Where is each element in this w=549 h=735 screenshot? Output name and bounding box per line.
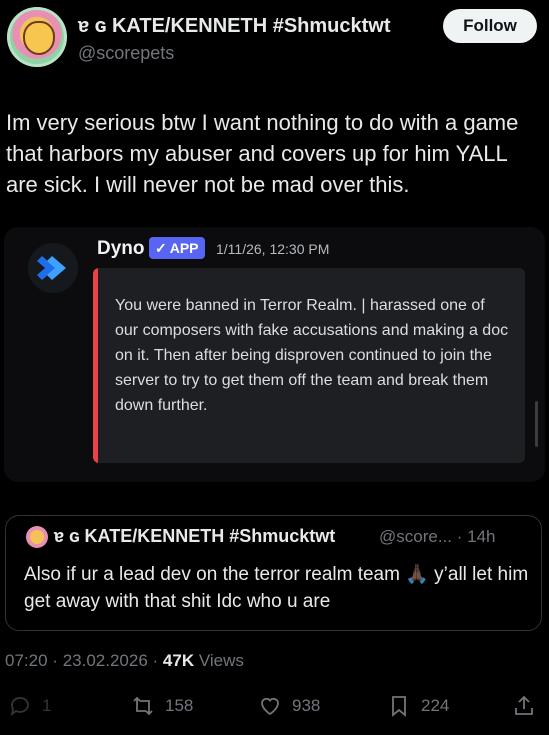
- tweet-date[interactable]: 23.02.2026: [63, 651, 148, 670]
- repost-button[interactable]: 158: [131, 694, 193, 718]
- dyno-logo-icon: [28, 243, 78, 293]
- reply-icon: [10, 697, 29, 717]
- reply-button[interactable]: 1: [8, 694, 51, 718]
- meta-separator: ·: [152, 651, 159, 670]
- app-badge: ✓ APP: [149, 237, 205, 259]
- check-icon: ✓: [155, 239, 167, 256]
- quoted-author-name: ɐ ɢ KATE/KENNETH #Shmucktwt: [54, 526, 336, 546]
- author-display-name[interactable]: ɐ ɢ KATE/KENNETH #Shmucktwt: [78, 15, 391, 38]
- tweet-time[interactable]: 07:20: [5, 651, 48, 670]
- repost-count: 158: [165, 696, 194, 715]
- scrollbar: [535, 401, 538, 447]
- share-button[interactable]: [512, 694, 536, 718]
- repost-icon: [133, 696, 153, 716]
- quoted-age: · 14h: [456, 527, 496, 546]
- embed-accent-bar: [93, 268, 98, 463]
- share-icon: [515, 695, 533, 715]
- attached-image[interactable]: Dyno ✓ APP 1/11/26, 12:30 PM You were ba…: [4, 227, 545, 482]
- quoted-handle-text: @score...: [379, 527, 452, 546]
- dyno-avatar: [28, 243, 78, 293]
- like-count: 938: [292, 696, 321, 715]
- bot-name: Dyno: [97, 238, 145, 259]
- reply-count: 1: [42, 696, 52, 715]
- avatar-ring: [7, 7, 67, 67]
- message-timestamp: 1/11/26, 12:30 PM: [216, 241, 330, 257]
- heart-icon: [261, 697, 279, 716]
- bookmark-button[interactable]: 224: [387, 694, 449, 718]
- bookmark-count: 224: [421, 696, 450, 715]
- quoted-tweet[interactable]: ɐ ɢ KATE/KENNETH #Shmucktwt @score... · …: [5, 515, 542, 631]
- app-badge-label: APP: [169, 240, 199, 256]
- embed-text: You were banned in Terror Realm. | haras…: [115, 297, 509, 414]
- quoted-text: Also if ur a lead dev on the terror real…: [24, 564, 529, 612]
- quoted-author-avatar: [26, 526, 48, 548]
- meta-separator: ·: [52, 651, 58, 670]
- tweet-text: Im very serious btw I want nothing to do…: [6, 110, 519, 197]
- author-handle[interactable]: @scorepets: [78, 43, 174, 64]
- tweet-meta: 07:20 · 23.02.2026 · 47K Views: [5, 651, 244, 671]
- views-count: 47K: [162, 651, 195, 670]
- views-label: Views: [198, 651, 244, 670]
- ban-embed: You were banned in Terror Realm. | haras…: [93, 268, 525, 463]
- author-avatar[interactable]: [7, 7, 67, 67]
- like-button[interactable]: 938: [258, 694, 320, 718]
- follow-button[interactable]: Follow: [443, 9, 537, 43]
- bookmark-icon: [392, 696, 406, 717]
- quoted-author-handle: @score... · 14h: [379, 527, 495, 547]
